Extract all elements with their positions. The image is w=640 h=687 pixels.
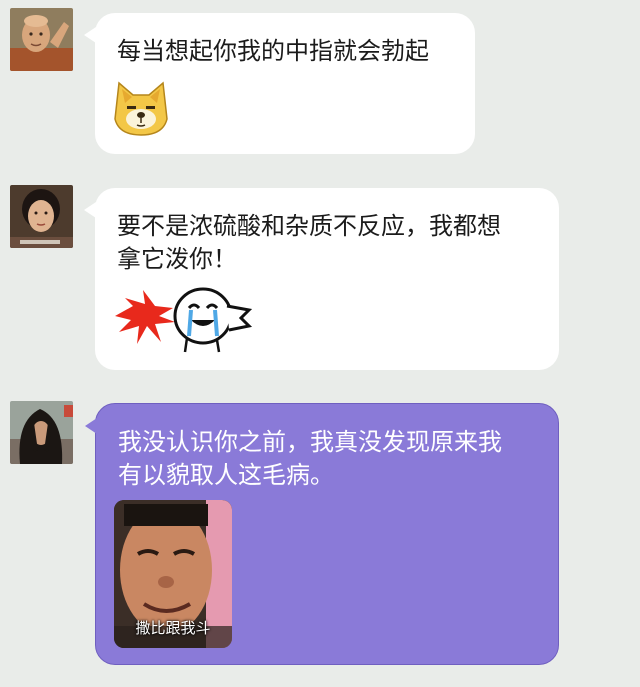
doge-emoji-icon	[113, 79, 169, 141]
message-text-3: 我没认识你之前，我真没发现原来我 有以貌取人这毛病。	[118, 428, 502, 489]
meme-image[interactable]: 撒比跟我斗	[114, 500, 232, 648]
bubble-tail	[84, 202, 96, 218]
message-text-1: 每当想起你我的中指就会勃起	[117, 37, 429, 65]
bubble-tail	[85, 418, 97, 434]
message-bubble-2[interactable]: 要不是浓硫酸和杂质不反应，我都想 拿它泼你！	[84, 188, 559, 370]
message-text-2: 要不是浓硫酸和杂质不反应，我都想 拿它泼你！	[117, 212, 501, 273]
splash-crying-face-icon	[115, 286, 255, 358]
message-bubble-3[interactable]: 我没认识你之前，我真没发现原来我 有以貌取人这毛病。 撒比跟我斗	[85, 403, 559, 665]
avatar-monk[interactable]	[10, 8, 73, 71]
avatar-woman[interactable]	[10, 185, 73, 248]
monk-avatar-icon	[10, 8, 73, 71]
woman-avatar-icon	[10, 185, 73, 248]
message-bubble-1[interactable]: 每当想起你我的中指就会勃起	[84, 13, 475, 154]
avatar-long-hair[interactable]	[10, 401, 73, 464]
meme-caption: 撒比跟我斗	[135, 619, 211, 637]
long-hair-avatar-icon	[10, 401, 73, 464]
bubble-tail	[84, 27, 96, 43]
